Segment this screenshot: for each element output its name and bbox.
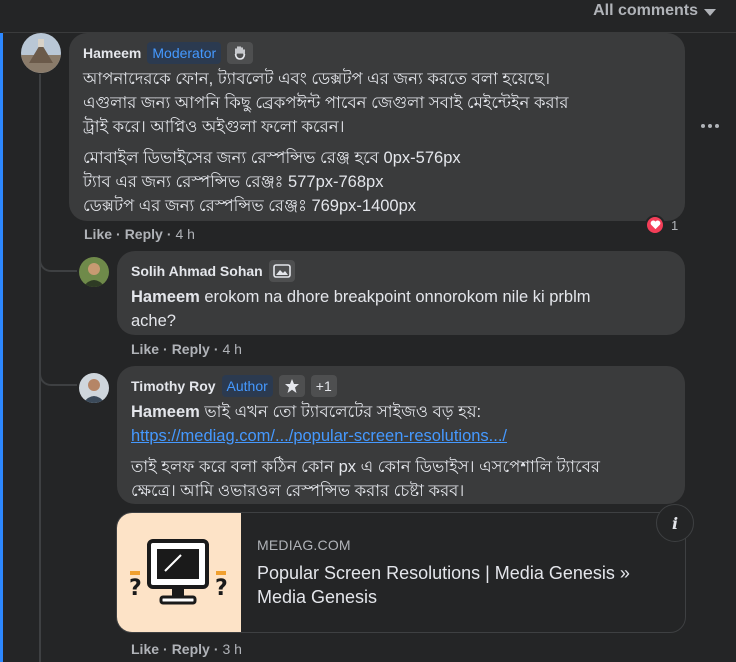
like-button[interactable]: Like bbox=[131, 341, 159, 357]
all-comments-dropdown[interactable]: All comments bbox=[593, 0, 716, 22]
comment-line: আপনাদেরকে ফোন, ট্যাবলেট এবং ডেক্সটপ এর জ… bbox=[83, 70, 550, 88]
link-domain: MEDIAG.COM bbox=[257, 537, 351, 553]
moderator-badge[interactable]: Moderator bbox=[147, 42, 222, 64]
avatar-solih[interactable] bbox=[79, 257, 109, 287]
comment-actions: Like · Reply · 4 h bbox=[131, 341, 242, 357]
like-button[interactable]: Like bbox=[131, 641, 159, 657]
link-title[interactable]: Popular Screen Resolutions | Media Genes… bbox=[257, 561, 630, 609]
comment-bubble-solih: Solih Ahmad Sohan Hameem erokom na dhore… bbox=[117, 251, 685, 335]
comment-actions: Like · Reply · 3 h bbox=[131, 641, 242, 657]
comment-line: ট্রাই করে। আপ্নিও অইগুলা ফলো করেন। bbox=[83, 118, 345, 136]
caret-down-icon bbox=[704, 8, 716, 16]
more-options-icon[interactable] bbox=[700, 118, 720, 134]
svg-text:?: ? bbox=[215, 576, 228, 601]
info-icon[interactable]: i bbox=[656, 504, 694, 542]
link-preview-image: ? ? bbox=[117, 513, 241, 632]
comment-bubble-timothy: Timothy Roy Author +1 Hameem ভাই এখন তো … bbox=[117, 366, 685, 504]
comment-line: ট্যাব এর জন্য রেস্পন্সিভ রেঞ্জঃ 577px-76… bbox=[83, 173, 384, 191]
info-glyph: i bbox=[671, 513, 679, 533]
comment-line: মোবাইল ডিভাইসের জন্য রেস্পন্সিভ রেঞ্জ হব… bbox=[83, 149, 461, 167]
timestamp[interactable]: 3 h bbox=[222, 641, 241, 657]
svg-text:?: ? bbox=[129, 576, 142, 601]
author-name[interactable]: Timothy Roy bbox=[131, 378, 216, 394]
comment-line: এগুলার জন্য আপনি কিছু ব্রেকপঈন্ট পাবেন জ… bbox=[83, 94, 569, 112]
more-badges-count[interactable]: +1 bbox=[310, 375, 337, 397]
thread-accent-bar bbox=[0, 33, 3, 662]
comment-text: erokom na dhore breakpoint onnorokom nil… bbox=[199, 288, 591, 306]
link-title-line: Media Genesis bbox=[257, 587, 378, 607]
comment-actions: Like · Reply · 4 h bbox=[84, 226, 195, 242]
comment-text: ache? bbox=[131, 312, 176, 330]
thread-connector-2 bbox=[39, 372, 77, 386]
comment-text: ক্ষেত্রে। আমি ওভারওল রেস্পন্সিভ করার চেষ… bbox=[131, 482, 465, 500]
link-preview-card[interactable]: ? ? MEDIAG.COM Popular Screen Resolution… bbox=[116, 512, 686, 633]
photo-icon[interactable] bbox=[268, 260, 295, 282]
reaction-count: 1 bbox=[671, 217, 679, 233]
heart-reaction-icon bbox=[645, 215, 665, 235]
reply-button[interactable]: Reply bbox=[172, 641, 210, 657]
like-button[interactable]: Like bbox=[84, 226, 112, 242]
comment-line: ডেক্সটপ এর জন্য রেস্পন্সিভ রেঞ্জঃ 769px-… bbox=[83, 197, 417, 215]
reply-button[interactable]: Reply bbox=[172, 341, 210, 357]
sort-label: All comments bbox=[593, 2, 698, 19]
author-badge[interactable]: Author bbox=[221, 375, 273, 397]
avatar-hameem[interactable] bbox=[21, 33, 61, 73]
mention-link[interactable]: Hameem bbox=[131, 288, 200, 306]
star-icon[interactable] bbox=[278, 375, 305, 397]
reply-button[interactable]: Reply bbox=[125, 226, 163, 242]
thread-line-main bbox=[39, 74, 41, 662]
comment-text: তাই হলফ করে বলা কঠিন কোন px এ কোন ডিভাইস… bbox=[131, 458, 600, 476]
waving-hand-icon[interactable] bbox=[227, 42, 254, 64]
comment-bubble-hameem: Hameem Moderator আপনাদেরকে ফোন, ট্যাবলেট… bbox=[69, 33, 685, 221]
thread-connector-1 bbox=[39, 258, 77, 272]
author-name[interactable]: Hameem bbox=[83, 45, 141, 61]
comment-url-link[interactable]: https://mediag.com/.../popular-screen-re… bbox=[131, 427, 507, 445]
timestamp[interactable]: 4 h bbox=[222, 341, 241, 357]
avatar-timothy[interactable] bbox=[79, 373, 109, 403]
author-name[interactable]: Solih Ahmad Sohan bbox=[131, 263, 263, 279]
link-title-line: Popular Screen Resolutions | Media Genes… bbox=[257, 563, 630, 583]
reaction-summary[interactable]: 1 bbox=[645, 214, 678, 236]
comment-text: ভাই এখন তো ট্যাবলেটের সাইজও বড় হয়: bbox=[199, 403, 482, 421]
timestamp[interactable]: 4 h bbox=[175, 226, 194, 242]
mention-link[interactable]: Hameem bbox=[131, 403, 200, 421]
